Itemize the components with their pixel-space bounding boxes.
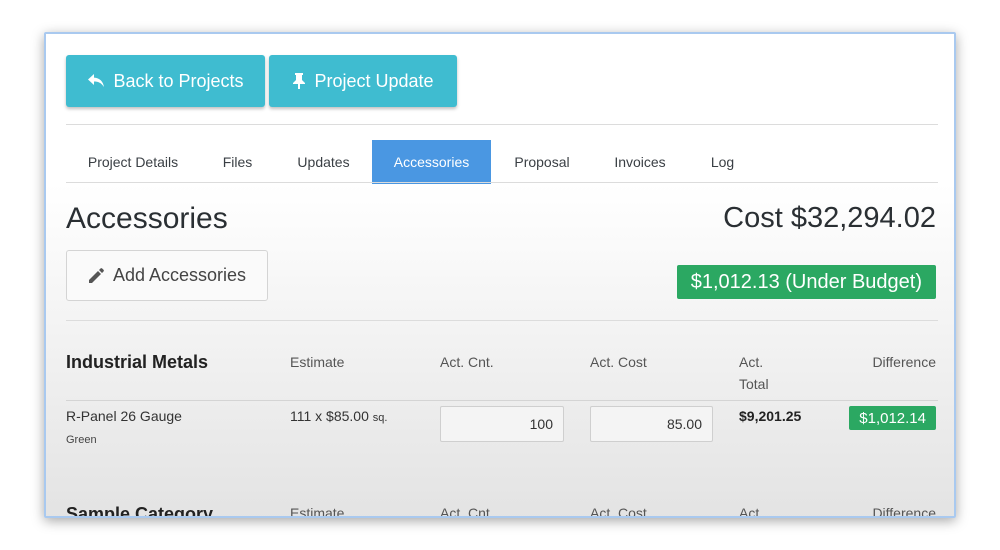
column-estimate: Estimate — [290, 354, 345, 370]
back-to-projects-label: Back to Projects — [113, 70, 244, 91]
budget-status-badge: $1,012.13 (Under Budget) — [676, 265, 936, 299]
act-cnt-input[interactable]: 100 — [440, 406, 564, 442]
estimate-unit: sq. — [372, 412, 388, 424]
column-estimate: Estimate — [290, 505, 345, 518]
page-title: Accessories — [66, 202, 228, 235]
pushpin-icon — [293, 73, 306, 89]
app-window: Back to Projects Project Update Project … — [44, 32, 956, 518]
tab-accessories[interactable]: Accessories — [372, 140, 491, 184]
item-name: R-Panel 26 Gauge — [66, 408, 182, 424]
project-update-button[interactable]: Project Update — [269, 55, 457, 107]
column-difference: Difference — [872, 505, 936, 518]
tab-underline — [66, 182, 938, 183]
tab-invoices[interactable]: Invoices — [593, 140, 687, 184]
item-estimate: 111 x $85.00 sq. — [290, 408, 387, 424]
back-to-projects-button[interactable]: Back to Projects — [66, 55, 265, 107]
tab-project-details[interactable]: Project Details — [66, 140, 200, 184]
column-act-cost: Act. Cost — [590, 505, 647, 518]
project-update-label: Project Update — [314, 70, 434, 91]
column-act-total-line1: Act. — [739, 354, 764, 370]
item-variant: Green — [66, 434, 97, 446]
total-cost: Cost $32,294.02 — [723, 202, 936, 234]
act-cost-input[interactable]: 85.00 — [590, 406, 713, 442]
column-act-total: Act. Total — [739, 351, 769, 395]
category-title: Sample Category — [66, 504, 214, 518]
column-act-cnt: Act. Cnt. — [440, 354, 494, 370]
column-act-cnt: Act. Cnt. — [440, 505, 494, 518]
add-accessories-button[interactable]: Add Accessories — [66, 250, 268, 301]
estimate-value: 111 x $85.00 — [290, 408, 369, 424]
pencil-icon — [88, 268, 104, 283]
tab-log[interactable]: Log — [687, 140, 758, 184]
row-divider — [66, 400, 938, 401]
tab-updates[interactable]: Updates — [275, 140, 372, 184]
divider — [66, 320, 938, 321]
add-accessories-label: Add Accessories — [112, 265, 247, 285]
divider — [66, 124, 938, 125]
column-act-total-line2: Total — [739, 376, 769, 392]
difference-badge: $1,012.14 — [849, 406, 936, 430]
item-act-total: $9,201.25 — [739, 408, 802, 424]
tab-bar: Project Details Files Updates Accessorie… — [66, 140, 938, 184]
column-act-total: Act. — [739, 505, 764, 518]
tab-files[interactable]: Files — [200, 140, 275, 184]
category-title: Industrial Metals — [66, 352, 209, 372]
column-act-cost: Act. Cost — [590, 354, 647, 370]
reply-arrow-icon — [88, 74, 105, 87]
tab-proposal[interactable]: Proposal — [491, 140, 593, 184]
column-difference: Difference — [872, 354, 936, 370]
